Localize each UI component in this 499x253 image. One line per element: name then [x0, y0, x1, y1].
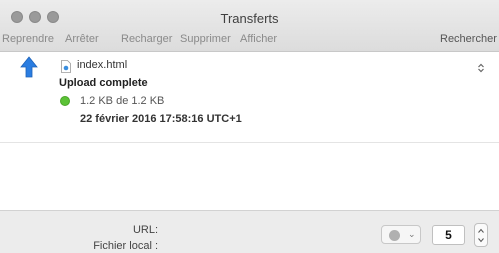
- gear-icon: [389, 230, 400, 241]
- upload-arrow-icon: [20, 56, 38, 78]
- action-menu-button[interactable]: ⌄: [381, 225, 421, 244]
- transfer-filename: index.html: [77, 59, 128, 71]
- stop-button[interactable]: Arrêter: [65, 33, 99, 45]
- chevron-down-icon: ⌄: [408, 229, 416, 239]
- status-indicator-icon: [60, 96, 70, 106]
- transfer-row[interactable]: index.html Upload complete 1.2 KB de 1.2…: [0, 53, 499, 143]
- chevron-down-icon[interactable]: [478, 237, 484, 243]
- url-label: URL:: [132, 224, 158, 236]
- window-title: Transferts: [220, 11, 279, 26]
- connections-field[interactable]: 5: [432, 225, 465, 245]
- chevron-updown-icon[interactable]: [477, 63, 485, 73]
- show-button[interactable]: Afficher: [240, 33, 277, 45]
- local-file-label: Fichier local :: [93, 240, 158, 252]
- transfer-list: index.html Upload complete 1.2 KB de 1.2…: [0, 53, 499, 210]
- transfer-status: Upload complete: [59, 77, 148, 89]
- html-file-icon: [61, 60, 71, 73]
- connections-stepper[interactable]: [474, 223, 488, 247]
- transfer-size: 1.2 KB de 1.2 KB: [80, 95, 165, 107]
- delete-button[interactable]: Supprimer: [180, 33, 231, 45]
- details-bar: URL: Fichier local : ⌄ 5: [0, 210, 499, 253]
- transfer-date: 22 février 2016 17:58:16 UTC+1: [80, 113, 242, 125]
- transfers-window: Transferts Reprendre Arrêter Recharger S…: [0, 0, 499, 253]
- reload-button[interactable]: Recharger: [121, 33, 172, 45]
- search-button[interactable]: Rechercher: [440, 33, 497, 45]
- chevron-up-icon[interactable]: [478, 228, 484, 234]
- resume-button[interactable]: Reprendre: [2, 33, 54, 45]
- titlebar: Transferts Reprendre Arrêter Recharger S…: [0, 0, 499, 52]
